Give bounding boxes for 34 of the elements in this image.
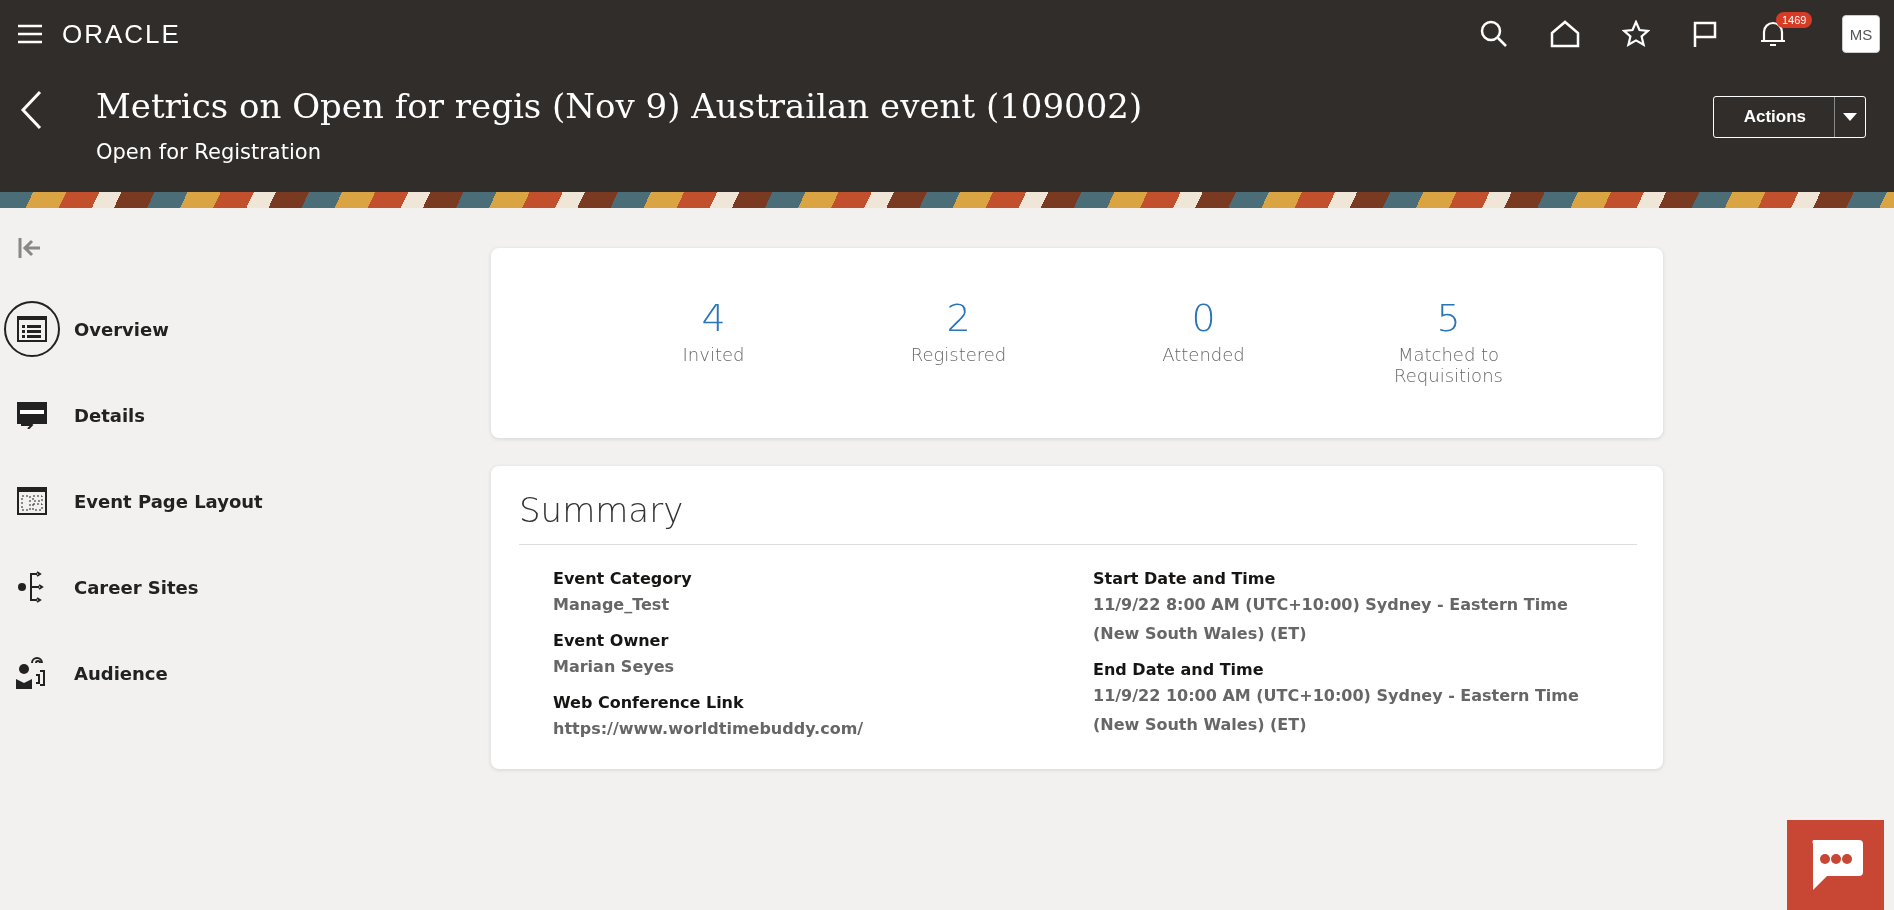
list-icon — [17, 315, 47, 343]
page-subtitle: Open for Registration — [96, 140, 322, 164]
field-label: Web Conference Link — [553, 693, 745, 712]
field-value: Manage_Test — [553, 594, 671, 616]
sidebar-item[interactable]: Event Page Layout — [4, 458, 491, 544]
metric-value[interactable]: 5 — [1436, 296, 1461, 340]
metric-value[interactable]: 0 — [1191, 296, 1216, 340]
field-value: 11/9/22 10:00 AM (UTC+10:00) Sydney - Eastern Time (New South Wales) (ET) — [1093, 685, 1580, 736]
sidebar-item[interactable]: Overview — [4, 286, 491, 372]
sidebar-item[interactable]: Audience — [4, 630, 491, 716]
notification-badge: 1469 — [1776, 12, 1813, 28]
sidebar-item[interactable]: Details — [4, 372, 491, 458]
metric-label: Invited — [681, 344, 746, 365]
metric-label: Attended — [1161, 344, 1246, 365]
chat-button[interactable] — [1787, 820, 1884, 910]
field-label: Event Owner — [553, 631, 670, 650]
oracle-logo[interactable]: ORACLE — [62, 18, 181, 50]
field-value: 11/9/22 8:00 AM (UTC+10:00) Sydney - Eastern Time (New South Wales) (ET) — [1093, 594, 1569, 645]
summary-title: Summary — [519, 490, 1637, 545]
field-value: Marian Seyes — [553, 656, 676, 678]
metric-value[interactable]: 2 — [946, 296, 971, 340]
metric-label: Matched to Requisitions — [1393, 344, 1504, 386]
field-value: https://www.worldtimebuddy.com/ — [553, 718, 865, 740]
user-avatar[interactable]: MS — [1842, 15, 1880, 53]
card-icon — [17, 401, 47, 429]
field-label: Event Category — [553, 569, 693, 588]
layout-icon — [17, 487, 47, 515]
sidebar-item[interactable]: Career Sites — [4, 544, 491, 630]
field-label: Start Date and Time — [1093, 569, 1277, 588]
metric-value[interactable]: 4 — [701, 296, 726, 340]
metric-label: Registered — [909, 344, 1008, 365]
field-label: End Date and Time — [1093, 660, 1265, 679]
page-title: Metrics on Open for regis (Nov 9) Austrailan event (109002) — [96, 86, 1144, 126]
audience-icon — [16, 657, 48, 689]
